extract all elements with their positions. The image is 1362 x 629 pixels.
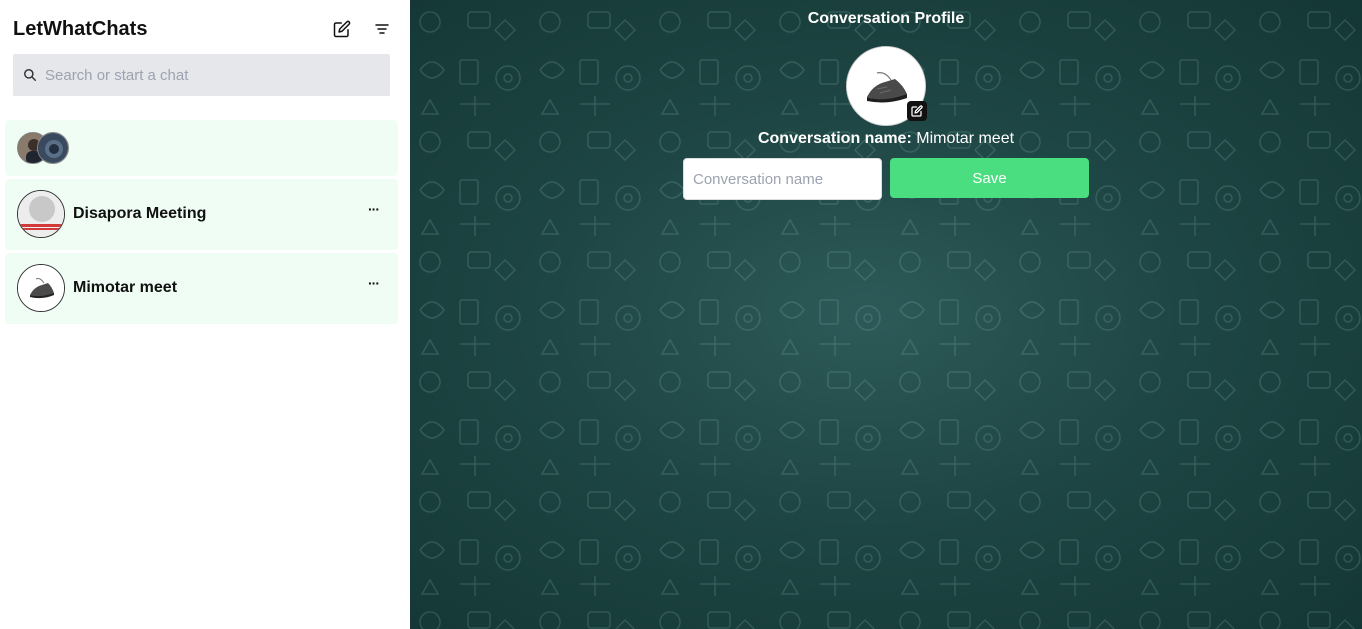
conversation-name-display: Conversation name: Mimotar meet [410, 130, 1362, 148]
more-options-button[interactable]: ··· [368, 201, 380, 217]
filter-icon [375, 24, 389, 34]
new-chat-button[interactable] [329, 16, 355, 42]
profile-title: Conversation Profile [807, 10, 965, 27]
filter-button[interactable] [369, 16, 395, 42]
app-title: LetWhatChats [13, 18, 148, 40]
chat-item-disapora-meeting[interactable]: Disapora Meeting ··· [5, 179, 398, 250]
chat-list: Disapora Meeting ··· Mimotar meet ··· [5, 120, 398, 327]
save-button[interactable]: Save [890, 158, 1089, 198]
chat-item-mimotar-meet[interactable]: Mimotar meet ··· [5, 253, 398, 324]
edit-icon [911, 105, 923, 117]
conversation-name-input[interactable] [683, 158, 882, 200]
conversation-name-value: Mimotar meet [916, 130, 1015, 147]
conversation-profile-panel: Conversation Profile Conversation name: … [410, 0, 1362, 629]
more-options-button[interactable]: ··· [368, 275, 380, 291]
member-avatar [37, 132, 69, 164]
avatar [17, 264, 65, 312]
search-box [13, 54, 390, 96]
sidebar: LetWhatChats Search or start a chat Disa… [0, 0, 410, 629]
chat-name: Disapora Meeting [73, 205, 207, 222]
conversation-name-label: Conversation name: [757, 130, 912, 147]
chat-name: Mimotar meet [73, 279, 178, 296]
sidebar-header: LetWhatChats [13, 16, 393, 44]
search-icon [23, 68, 37, 82]
edit-icon [333, 20, 351, 38]
chat-item-group[interactable] [5, 120, 398, 176]
avatar [17, 190, 65, 238]
search-input[interactable] [45, 66, 375, 84]
edit-avatar-button[interactable] [907, 101, 927, 121]
